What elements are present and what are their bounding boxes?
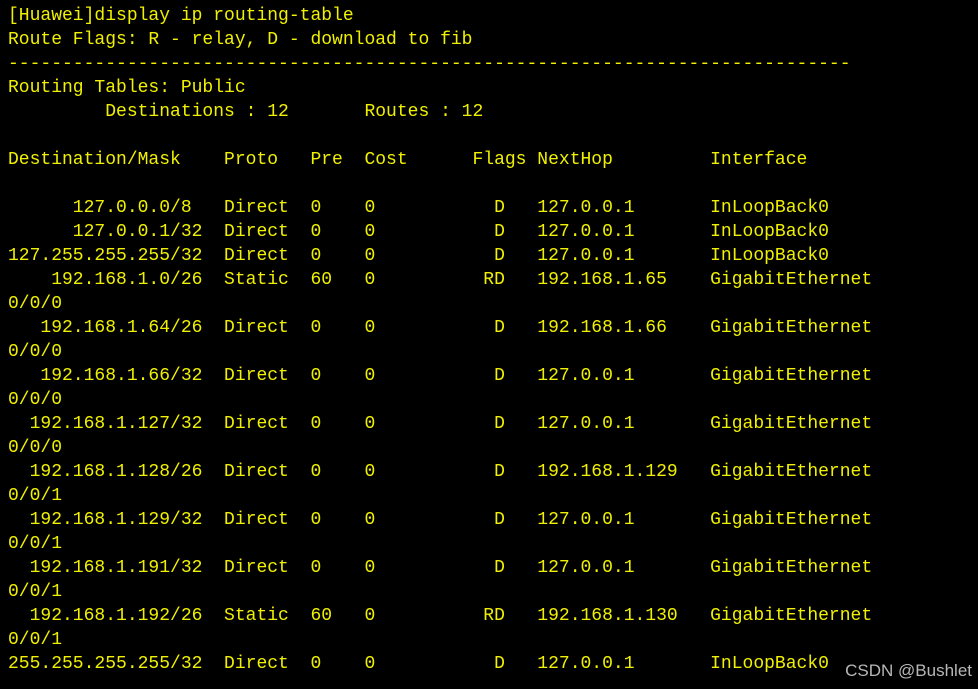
route-line-wrap: 0/0/1 [8,534,63,554]
terminal-output[interactable]: [Huawei]display ip routing-table Route F… [0,0,978,689]
separator-line: ----------------------------------------… [8,54,851,74]
route-line-wrap: 0/0/0 [8,294,63,314]
route-line: 192.168.1.127/32 Direct 0 0 D 127.0.0.1 … [8,414,873,434]
watermark-text: CSDN @Bushlet [845,661,972,680]
route-line: 192.168.1.129/32 Direct 0 0 D 127.0.0.1 … [8,510,873,530]
route-line: 192.168.1.128/26 Direct 0 0 D 192.168.1.… [8,462,873,482]
route-line-wrap: 0/0/1 [8,630,63,650]
route-line-wrap: 0/0/0 [8,390,63,410]
route-line-wrap: 0/0/1 [8,582,63,602]
route-line: 255.255.255.255/32 Direct 0 0 D 127.0.0.… [8,654,829,674]
route-line-wrap: 0/0/0 [8,342,63,362]
route-line: 192.168.1.0/26 Static 60 0 RD 192.168.1.… [8,270,873,290]
table-summary: Destinations : 12 Routes : 12 [8,102,484,122]
route-line: 192.168.1.192/26 Static 60 0 RD 192.168.… [8,606,873,626]
route-line: 127.0.0.1/32 Direct 0 0 D 127.0.0.1 InLo… [8,222,829,242]
route-line: 192.168.1.191/32 Direct 0 0 D 127.0.0.1 … [8,558,873,578]
route-line-wrap: 0/0/1 [8,486,63,506]
table-title: Routing Tables: Public [8,78,246,98]
flags-legend: Route Flags: R - relay, D - download to … [8,30,473,50]
route-line: 127.255.255.255/32 Direct 0 0 D 127.0.0.… [8,246,829,266]
route-line: 192.168.1.64/26 Direct 0 0 D 192.168.1.6… [8,318,873,338]
route-line-wrap: 0/0/0 [8,438,63,458]
route-line: 127.0.0.0/8 Direct 0 0 D 127.0.0.1 InLoo… [8,198,829,218]
table-header: Destination/Mask Proto Pre Cost Flags Ne… [8,150,808,170]
route-line: 192.168.1.66/32 Direct 0 0 D 127.0.0.1 G… [8,366,873,386]
command-line: [Huawei]display ip routing-table [8,6,354,26]
